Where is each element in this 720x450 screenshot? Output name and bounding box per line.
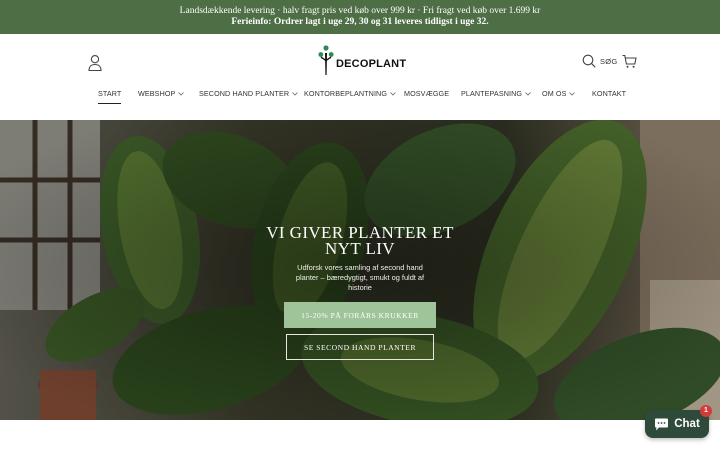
nav-kontorbeplantning[interactable]: KONTORBEPLANTNING	[304, 89, 396, 98]
site-logo[interactable]: DECOPLANT	[318, 45, 406, 79]
hero-subtitle: Udforsk vores samling af second hand pla…	[295, 263, 425, 292]
nav-mosvaegge[interactable]: MOSVÆGGE	[404, 89, 449, 98]
brand-name: DECOPLANT	[336, 58, 407, 70]
nav-label: START	[98, 89, 122, 98]
chat-notification-badge: 1	[700, 405, 712, 417]
nav-webshop[interactable]: WEBSHOP	[138, 89, 185, 98]
nav-label: OM OS	[542, 89, 567, 98]
nav-label: SECOND HAND PLANTER	[199, 89, 290, 98]
nav-label: KONTAKT	[592, 89, 627, 98]
second-hand-plants-button[interactable]: SE SECOND HAND PLANTER	[286, 334, 434, 360]
chevron-down-icon	[178, 91, 185, 96]
hero-title: VI GIVER PLANTER ET NYT LIV	[266, 223, 454, 258]
announcement-holiday: Ferieinfo: Ordrer lagt i uge 29, 30 og 3…	[231, 17, 489, 27]
chat-button[interactable]: Chat	[645, 410, 709, 438]
chevron-down-icon	[525, 91, 531, 96]
nav-label: PLANTEPASNING	[461, 89, 523, 98]
chat-label: Chat	[674, 418, 700, 430]
chevron-down-icon	[569, 91, 576, 96]
account-button[interactable]	[87, 54, 103, 72]
main-navigation: START WEBSHOP SECOND HAND PLANTER KONTOR…	[0, 89, 720, 107]
nav-om-os[interactable]: OM OS	[542, 89, 576, 98]
announcement-bar: Landsdækkende levering · halv fragt pris…	[0, 0, 720, 34]
announcement-shipping: Landsdækkende levering · halv fragt pris…	[179, 6, 541, 16]
spring-pots-discount-button[interactable]: 15-20% PÅ FORÅRS KRUKKER	[284, 302, 436, 328]
nav-label: KONTORBEPLANTNING	[304, 89, 388, 98]
nav-kontakt[interactable]: KONTAKT	[592, 89, 626, 98]
user-icon	[88, 55, 102, 72]
hero-banner: VI GIVER PLANTER ET NYT LIV Udforsk vore…	[0, 120, 720, 420]
cart-icon	[622, 54, 637, 68]
chevron-down-icon	[292, 91, 298, 96]
chat-bubble-icon	[655, 418, 669, 430]
plant-logo-icon	[318, 45, 334, 75]
chevron-down-icon	[390, 91, 396, 96]
search-label: SØG	[600, 56, 618, 66]
nav-plantepasning[interactable]: PLANTEPASNING	[461, 89, 531, 98]
nav-label: WEBSHOP	[138, 89, 176, 98]
search-icon	[582, 54, 596, 68]
search-button[interactable]: SØG	[582, 54, 618, 68]
nav-second-hand-planter[interactable]: SECOND HAND PLANTER	[199, 89, 298, 98]
hero-content: VI GIVER PLANTER ET NYT LIV Udforsk vore…	[0, 223, 720, 360]
cart-button[interactable]	[622, 54, 637, 69]
nav-start[interactable]: START	[98, 89, 122, 104]
site-header: DECOPLANT SØG START WEBSHOP SECOND HAND …	[0, 34, 720, 120]
nav-label: MOSVÆGGE	[404, 89, 450, 98]
